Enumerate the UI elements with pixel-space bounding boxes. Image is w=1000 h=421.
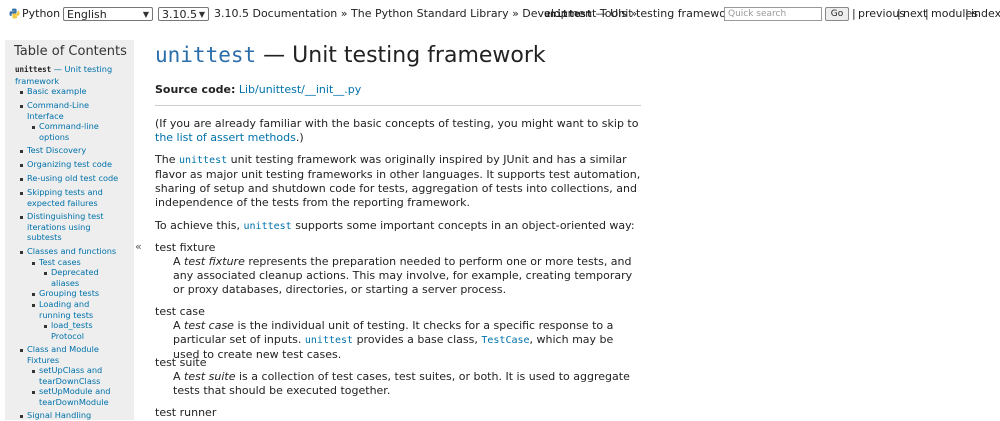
source-code-line: Source code: Lib/unittest/__init__.py bbox=[155, 83, 362, 96]
toc-title: Table of Contents bbox=[14, 44, 127, 59]
definition-test-fixture: A test fixture represents the preparatio… bbox=[173, 255, 633, 296]
chevron-down-icon: ▼ bbox=[142, 10, 149, 19]
description-paragraph: The unittest unit testing framework was … bbox=[155, 153, 641, 209]
breadcrumb-current-module: unittest bbox=[544, 9, 593, 20]
toc-item-cli[interactable]: Command-Line Interface bbox=[27, 100, 127, 121]
page-title: unittest — Unit testing framework bbox=[155, 43, 546, 68]
nav-separator: | bbox=[965, 7, 969, 20]
language-value: English bbox=[67, 8, 107, 21]
version-value: 3.10.5 bbox=[162, 8, 197, 21]
assert-methods-link[interactable]: the list of assert methods bbox=[155, 131, 296, 144]
toc-item-deprecated-aliases[interactable]: Deprecated aliases bbox=[51, 267, 121, 288]
nav-separator: | bbox=[925, 7, 929, 20]
next-link[interactable]: next bbox=[903, 8, 927, 20]
toc-item-organizing[interactable]: Organizing test code bbox=[27, 159, 112, 170]
toc-item-setupclass[interactable]: setUpClass and tearDownClass bbox=[39, 365, 114, 386]
version-select[interactable]: 3.10.5 ▼ bbox=[158, 7, 209, 21]
nav-separator: | bbox=[897, 7, 901, 20]
nav-separator: | bbox=[852, 7, 856, 20]
term-test-case: test case bbox=[155, 305, 205, 318]
sidebar-collapse-button[interactable]: « bbox=[135, 240, 142, 253]
toc-item-test-discovery[interactable]: Test Discovery bbox=[27, 145, 86, 156]
toc-item-signal-handling[interactable]: Signal Handling bbox=[27, 410, 91, 421]
unittest-link[interactable]: unittest bbox=[244, 221, 292, 232]
toc-item-skipping[interactable]: Skipping tests and expected failures bbox=[27, 187, 127, 208]
unittest-link[interactable]: unittest bbox=[179, 155, 227, 166]
toc-item-classes-functions[interactable]: Classes and functions bbox=[27, 246, 116, 257]
chevron-down-icon: ▼ bbox=[198, 10, 205, 19]
divider bbox=[155, 105, 641, 106]
toc-item-reusing[interactable]: Re-using old test code bbox=[27, 173, 118, 184]
toc-item-loading-running[interactable]: Loading and running tests bbox=[39, 299, 109, 320]
top-navigation: Python » English ▼ 3.10.5 ▼ 3.10.5 Docum… bbox=[0, 0, 1000, 28]
intro-paragraph: (If you are already familiar with the ba… bbox=[155, 117, 639, 144]
source-code-link[interactable]: Lib/unittest/__init__.py bbox=[239, 83, 361, 96]
go-button[interactable]: Go bbox=[825, 7, 849, 21]
definition-test-suite: A test suite is a collection of test cas… bbox=[173, 370, 630, 397]
toc-item-test-cases[interactable]: Test cases bbox=[39, 257, 81, 268]
toc-item-cli-options[interactable]: Command-line options bbox=[39, 121, 129, 142]
index-link[interactable]: index bbox=[971, 8, 1000, 20]
unittest-link[interactable]: unittest bbox=[305, 335, 353, 346]
definition-test-case: A test case is the individual unit of te… bbox=[173, 319, 614, 361]
toc-item-subtests[interactable]: Distinguishing test iterations using sub… bbox=[27, 211, 127, 243]
toc-item-load-tests[interactable]: load_tests Protocol bbox=[51, 320, 111, 341]
breadcrumb-current-title: — Unit testing framework bbox=[595, 7, 737, 20]
language-select[interactable]: English ▼ bbox=[63, 7, 153, 21]
term-test-suite: test suite bbox=[155, 356, 207, 369]
sidebar: Table of Contents unittest — Unit testin… bbox=[5, 40, 134, 420]
term-test-runner: test runner bbox=[155, 406, 217, 419]
toc-item-fixtures[interactable]: Class and Module Fixtures bbox=[27, 344, 127, 365]
quick-search-input[interactable]: Quick search bbox=[724, 7, 822, 21]
toc-item-unittest[interactable]: unittest — Unit testing framework bbox=[15, 64, 134, 86]
python-logo-icon bbox=[9, 8, 20, 19]
toc-item-basic-example[interactable]: Basic example bbox=[27, 86, 87, 97]
toc-item-setupmodule[interactable]: setUpModule and tearDownModule bbox=[39, 386, 119, 407]
toc-item-grouping-tests[interactable]: Grouping tests bbox=[39, 288, 99, 299]
testcase-link[interactable]: TestCase bbox=[481, 335, 529, 346]
term-test-fixture: test fixture bbox=[155, 241, 216, 254]
concepts-paragraph: To achieve this, unittest supports some … bbox=[155, 219, 635, 232]
